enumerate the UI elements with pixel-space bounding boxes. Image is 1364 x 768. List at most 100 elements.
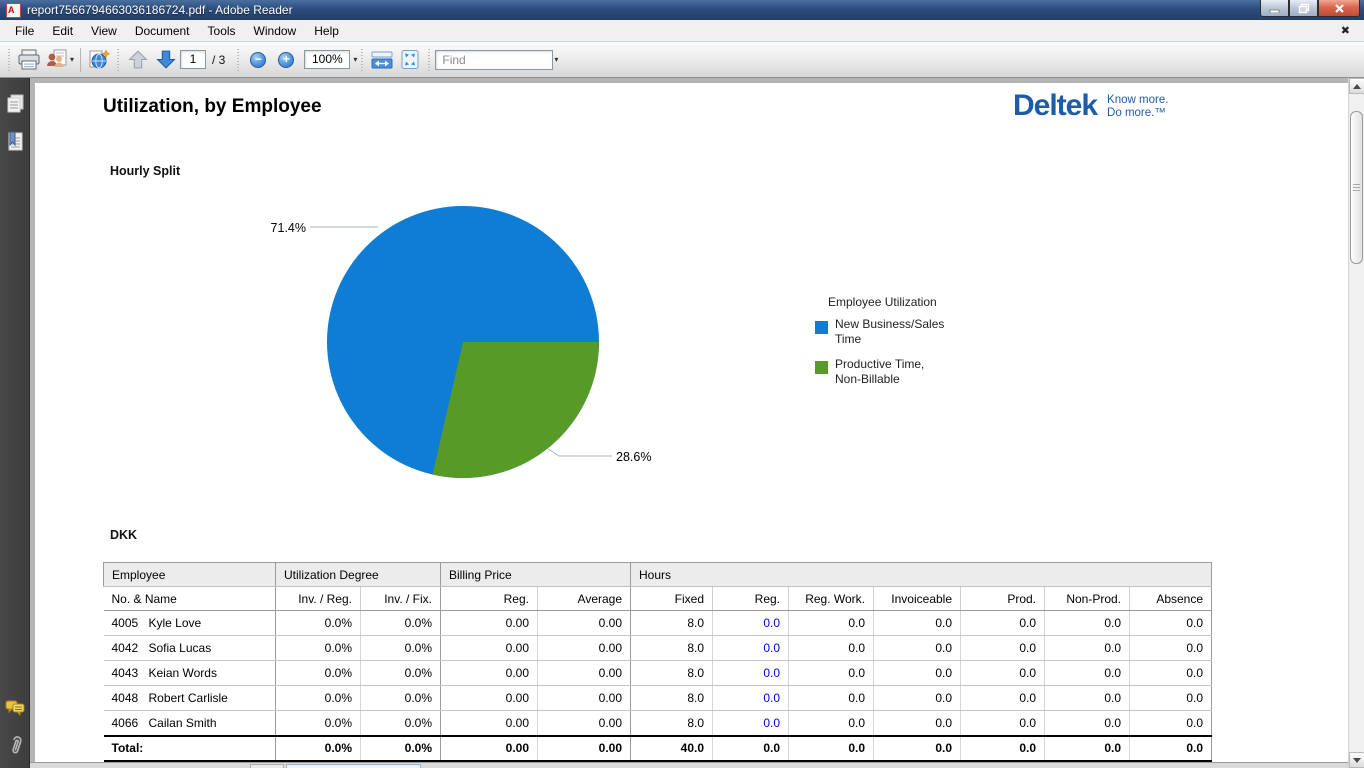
value-cell: 0.0 xyxy=(961,711,1045,736)
acrobat-online-button[interactable] xyxy=(85,46,113,74)
window-title: report7566794663036186724.pdf - Adobe Re… xyxy=(27,3,1260,17)
value-cell: 0.0 xyxy=(1045,686,1130,711)
menu-help[interactable]: Help xyxy=(305,21,348,41)
zoom-level-input[interactable]: 100% xyxy=(304,50,350,69)
triangle-up-icon xyxy=(1353,84,1361,89)
next-page-button[interactable] xyxy=(152,46,180,74)
printer-icon xyxy=(17,49,41,71)
pie-chart: 71.4% 28.6% xyxy=(250,193,680,483)
menu-file[interactable]: File xyxy=(6,21,43,41)
column-header: Reg. Work. xyxy=(789,587,874,611)
page-number-input[interactable]: 1 xyxy=(180,50,206,69)
value-link[interactable]: 0.0 xyxy=(713,686,789,711)
value-cell: 0.0% xyxy=(361,611,441,636)
value-cell: 0.0% xyxy=(361,711,441,736)
find-input[interactable]: Find xyxy=(435,50,553,70)
value-cell: 0.0% xyxy=(276,661,361,686)
total-value-cell: 0.0 xyxy=(874,736,961,761)
restore-icon xyxy=(1298,3,1310,14)
value-cell: 0.0 xyxy=(1045,611,1130,636)
total-value-cell: 0.0 xyxy=(789,736,874,761)
employee-number: 4005 xyxy=(112,616,149,630)
close-button[interactable] xyxy=(1318,0,1360,17)
menu-tools[interactable]: Tools xyxy=(199,21,245,41)
pdf-page: Utilization, by Employee Deltek Know mor… xyxy=(35,83,1348,768)
column-header: Absence xyxy=(1130,587,1212,611)
table-row: 4005Kyle Love0.0%0.0%0.000.008.00.00.00.… xyxy=(104,611,1212,636)
minimize-button[interactable] xyxy=(1260,0,1289,17)
pages-panel-button[interactable] xyxy=(3,92,27,116)
total-value-cell: 0.0 xyxy=(1045,736,1130,761)
value-cell: 0.0% xyxy=(276,686,361,711)
print-button[interactable] xyxy=(15,46,43,74)
fit-page-button[interactable] xyxy=(396,46,424,74)
employee-cell: 4043Keian Words xyxy=(104,661,276,686)
pie-label-primary: 71.4% xyxy=(271,221,306,235)
title-bar: A report7566794663036186724.pdf - Adobe … xyxy=(0,0,1364,20)
fit-width-icon xyxy=(370,49,394,70)
value-cell: 0.0 xyxy=(874,686,961,711)
value-link[interactable]: 0.0 xyxy=(713,711,789,736)
column-header: Inv. / Fix. xyxy=(361,587,441,611)
value-cell: 0.0 xyxy=(789,611,874,636)
value-cell: 0.0% xyxy=(361,686,441,711)
restore-button[interactable] xyxy=(1289,0,1318,17)
total-value-cell: 0.0 xyxy=(1130,736,1212,761)
vertical-scrollbar[interactable] xyxy=(1348,78,1364,768)
close-document-icon[interactable]: ✖ xyxy=(1341,24,1350,37)
value-cell: 0.0 xyxy=(874,711,961,736)
bookmarks-panel-button[interactable] xyxy=(3,130,27,154)
value-cell: 0.0 xyxy=(1045,636,1130,661)
currency-label: DKK xyxy=(110,528,137,542)
value-cell: 0.0 xyxy=(1045,661,1130,686)
menu-window[interactable]: Window xyxy=(245,21,306,41)
menu-document[interactable]: Document xyxy=(126,21,199,41)
total-label: Total: xyxy=(104,736,276,761)
total-row: Total:0.0%0.0%0.000.0040.00.00.00.00.00.… xyxy=(104,736,1212,761)
value-cell: 0.00 xyxy=(538,686,631,711)
navigation-pane-strip xyxy=(0,78,30,768)
value-cell: 8.0 xyxy=(631,661,713,686)
attachments-panel-button[interactable] xyxy=(3,734,27,758)
legend-swatch-green xyxy=(815,361,828,374)
value-link[interactable]: 0.0 xyxy=(713,661,789,686)
scroll-up-button[interactable] xyxy=(1349,78,1364,94)
legend-item: Productive Time, Non-Billable xyxy=(815,357,990,387)
value-link[interactable]: 0.0 xyxy=(713,636,789,661)
employee-number: 4043 xyxy=(112,666,149,680)
total-value-cell: 0.0 xyxy=(713,736,789,761)
value-cell: 8.0 xyxy=(631,686,713,711)
triangle-down-icon xyxy=(1353,758,1361,763)
value-cell: 8.0 xyxy=(631,711,713,736)
fit-width-button[interactable] xyxy=(368,46,396,74)
find-dropdown-icon[interactable]: ▾ xyxy=(554,55,558,64)
zoom-in-button[interactable]: + xyxy=(272,46,300,74)
menu-edit[interactable]: Edit xyxy=(43,21,82,41)
scroll-down-button[interactable] xyxy=(1349,752,1364,768)
zoom-dropdown-icon[interactable]: ▾ xyxy=(353,55,357,64)
value-link[interactable]: 0.0 xyxy=(713,611,789,636)
zoom-in-icon: + xyxy=(278,52,294,68)
pie-label-secondary: 28.6% xyxy=(616,450,651,464)
report-title: Utilization, by Employee xyxy=(103,96,322,118)
scrollbar-thumb[interactable] xyxy=(1350,111,1363,264)
collaborate-button[interactable]: ▾ xyxy=(43,46,76,74)
total-value-cell: 0.0% xyxy=(361,736,441,761)
employee-cell: 4005Kyle Love xyxy=(104,611,276,636)
page-count-label: / 3 xyxy=(212,53,225,67)
legend-item: New Business/Sales Time xyxy=(815,317,990,347)
zoom-out-button[interactable]: − xyxy=(244,46,272,74)
value-cell: 0.0 xyxy=(961,636,1045,661)
clipped-ui-element xyxy=(250,764,284,768)
arrow-down-icon xyxy=(155,49,177,70)
value-cell: 0.0 xyxy=(789,711,874,736)
comments-panel-button[interactable] xyxy=(3,696,27,720)
total-value-cell: 0.00 xyxy=(538,736,631,761)
previous-page-button[interactable] xyxy=(124,46,152,74)
menu-view[interactable]: View xyxy=(82,21,126,41)
value-cell: 0.00 xyxy=(538,661,631,686)
value-cell: 0.00 xyxy=(441,686,538,711)
clipped-bottom-toolbar xyxy=(30,762,1348,768)
value-cell: 8.0 xyxy=(631,636,713,661)
column-header: Invoiceable xyxy=(874,587,961,611)
